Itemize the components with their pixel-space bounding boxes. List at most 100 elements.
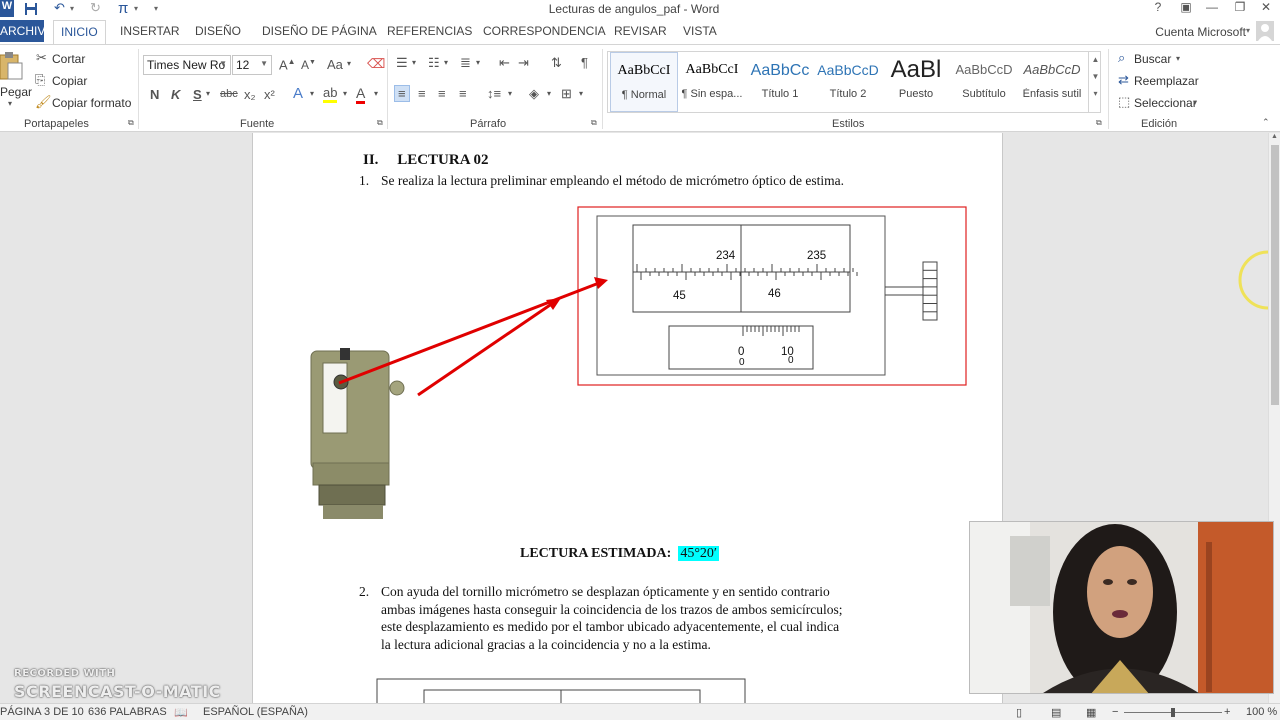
style-heading-2[interactable]: AaBbCcD Título 2 [814,52,882,112]
tab-diseno[interactable]: DISEÑO [195,24,241,38]
more-styles-icon[interactable]: ▾ [1089,89,1102,98]
style-title[interactable]: AaBl Puesto [882,52,950,112]
align-right-icon[interactable]: ≡ [438,86,446,101]
format-painter-button[interactable]: Copiar formato [52,96,131,110]
collapse-ribbon-icon[interactable]: ⌃ [1262,117,1270,128]
read-mode-icon[interactable]: ▯ [1016,706,1022,719]
borders-icon[interactable]: ⊞ [561,86,572,102]
zoom-slider-thumb[interactable] [1171,708,1175,717]
increase-indent-icon[interactable]: ⇥ [518,55,529,71]
tab-vista[interactable]: VISTA [683,24,717,38]
tab-inicio[interactable]: INICIO [53,20,106,44]
find-dropdown-icon[interactable]: ▾ [1176,54,1180,63]
shading-icon[interactable]: ◈ [529,86,539,102]
line-spacing-dropdown-icon[interactable]: ▾ [508,89,512,98]
select-icon[interactable]: ⬚ [1118,94,1130,110]
multilevel-list-icon[interactable]: ≣ [460,55,471,71]
account-name[interactable]: Cuenta Microsoft [1155,25,1246,39]
style-normal[interactable]: AaBbCcI ¶ Normal [610,52,678,112]
search-icon[interactable]: ⌕ [1118,50,1125,66]
copy-button[interactable]: Copiar [52,74,87,88]
decrease-indent-icon[interactable]: ⇤ [499,55,510,71]
language[interactable]: ESPAÑOL (ESPAÑA) [203,706,308,718]
underline-dropdown-icon[interactable]: ▾ [206,89,210,98]
tab-insertar[interactable]: INSERTAR [120,24,180,38]
replace-icon[interactable]: ⇄ [1118,72,1129,88]
strikethrough-button[interactable]: abc [220,88,238,100]
style-subtle-emphasis[interactable]: AaBbCcD Énfasis sutil [1018,52,1086,112]
scroll-up-icon[interactable]: ▲ [1271,133,1278,140]
paste-dropdown-icon[interactable]: ▾ [8,99,12,108]
web-layout-icon[interactable]: ▦ [1086,706,1096,719]
bullets-dropdown-icon[interactable]: ▾ [412,58,416,67]
ribbon-display-icon[interactable]: ▣ [1172,0,1200,17]
chevron-up-icon[interactable]: ▲ [1089,55,1102,64]
bullets-icon[interactable]: ☰ [396,55,408,71]
change-case-dropdown-icon[interactable]: ▾ [347,59,351,68]
cut-icon[interactable]: ✂ [36,50,47,66]
justify-icon[interactable]: ≡ [459,86,467,101]
style-heading-1[interactable]: AaBbCc Título 1 [746,52,814,112]
numbering-dropdown-icon[interactable]: ▾ [444,58,448,67]
print-layout-icon[interactable]: ▤ [1051,706,1061,719]
sort-icon[interactable]: ⇅ [551,55,562,71]
underline-button[interactable]: S [193,87,202,102]
subscript-button[interactable]: x₂ [244,87,256,102]
superscript-button[interactable]: x² [264,87,275,102]
zoom-level[interactable]: 100 % [1246,706,1277,718]
bold-button[interactable]: N [150,87,159,102]
restore-button[interactable]: ❐ [1226,0,1254,17]
numbering-icon[interactable]: ☷ [428,55,440,71]
account-dropdown-icon[interactable]: ▾ [1246,26,1250,35]
micrometer-diagram[interactable]: 234 235 45 46 0 10 0 0 [253,133,1004,533]
find-button[interactable]: Buscar [1134,52,1171,66]
text-effects-icon[interactable]: A [293,85,303,102]
change-case-button[interactable]: Aa [327,57,343,72]
styles-launcher-icon[interactable]: ⧉ [1096,118,1102,128]
style-subtitle[interactable]: AaBbCcD Subtítulo [950,52,1018,112]
copy-icon[interactable]: ⎘ [35,72,45,88]
replace-button[interactable]: Reemplazar [1134,74,1199,88]
tab-correspondencia[interactable]: CORRESPONDENCIA [483,24,606,38]
italic-button[interactable]: K [171,87,180,102]
scrollbar-thumb[interactable] [1271,145,1279,405]
show-formatting-button[interactable]: ¶ [581,55,588,70]
font-name-combo[interactable]: Times New Ro ▼ [143,55,231,75]
styles-scroll[interactable]: ▲ ▼ ▾ [1088,51,1102,113]
shrink-font-icon[interactable]: A▼ [301,58,316,72]
paragraph-launcher-icon[interactable]: ⧉ [591,118,597,128]
grow-font-icon[interactable]: A▲ [279,57,296,72]
proofing-icon[interactable]: 📖 [174,706,188,719]
page-count[interactable]: PÁGINA 3 DE 10 [0,706,84,718]
font-color-icon[interactable]: A [356,85,366,104]
zoom-in-button[interactable]: + [1224,706,1230,718]
select-dropdown-icon[interactable]: ▾ [1193,98,1197,107]
cut-button[interactable]: Cortar [52,52,85,66]
tab-diseno-pagina[interactable]: DISEÑO DE PÁGINA [262,24,377,38]
borders-dropdown-icon[interactable]: ▾ [579,89,583,98]
word-count[interactable]: 636 PALABRAS [88,706,167,718]
style-no-spacing[interactable]: AaBbCcI ¶ Sin espa... [678,52,746,112]
line-spacing-icon[interactable]: ↕≡ [487,86,501,101]
help-button[interactable]: ? [1144,0,1172,17]
tab-revisar[interactable]: REVISAR [614,24,667,38]
zoom-out-button[interactable]: − [1112,706,1118,718]
highlight-dropdown-icon[interactable]: ▾ [343,89,347,98]
close-button[interactable]: ✕ [1252,0,1280,17]
minimize-button[interactable]: — [1198,0,1226,17]
format-painter-icon[interactable]: 🖌 [35,94,52,110]
avatar[interactable] [1256,21,1274,41]
align-left-icon[interactable]: ≡ [394,85,410,102]
shading-dropdown-icon[interactable]: ▾ [547,89,551,98]
paste-icon[interactable] [0,51,24,84]
clear-format-icon[interactable]: ⌫ [367,56,385,72]
select-button[interactable]: Seleccionar [1134,96,1197,110]
tab-archivo[interactable]: ARCHIVO [0,20,55,42]
multilevel-dropdown-icon[interactable]: ▾ [476,58,480,67]
text-effects-dropdown-icon[interactable]: ▾ [310,89,314,98]
align-center-icon[interactable]: ≡ [418,86,426,101]
paste-button[interactable]: Pegar [0,85,32,99]
document-page[interactable]: II. LECTURA 02 1. Se realiza la lectura … [252,133,1003,703]
highlight-icon[interactable]: ab [323,85,338,103]
chevron-down-icon[interactable]: ▼ [1089,72,1102,81]
